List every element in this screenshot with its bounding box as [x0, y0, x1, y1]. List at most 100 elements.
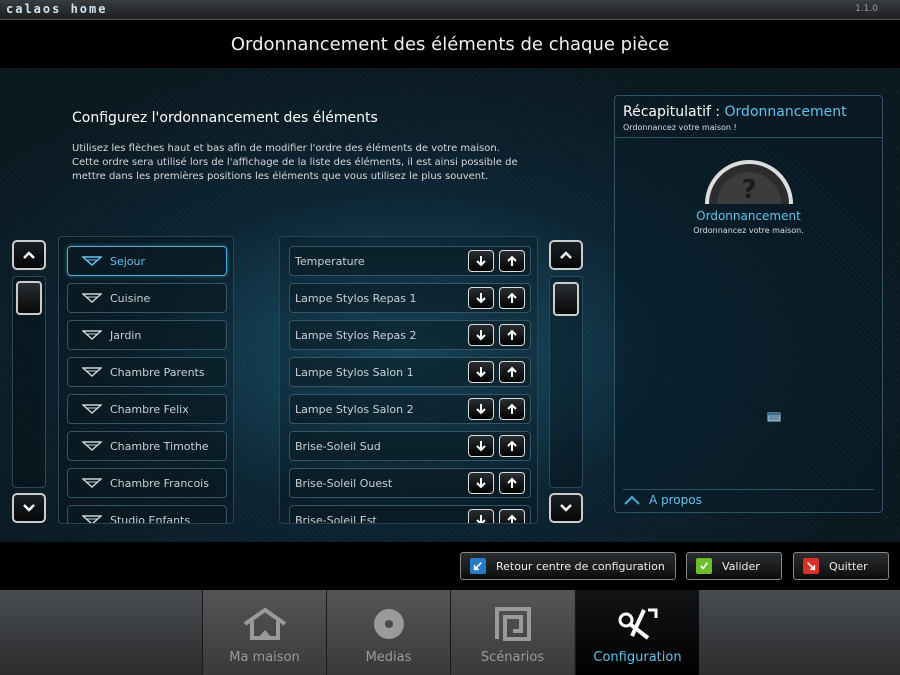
about-label: A propos: [649, 492, 702, 507]
arrow-down-icon: [476, 515, 486, 523]
room-label: Studio Enfants: [110, 513, 191, 524]
move-down-button[interactable]: [468, 398, 494, 420]
elements-scroll-down-button[interactable]: [549, 493, 583, 523]
chevron-up-icon: [23, 251, 35, 259]
chevron-up-icon: [560, 251, 572, 259]
element-label: Lampe Stylos Salon 2: [295, 402, 414, 416]
exit-arrow-icon: [803, 558, 819, 574]
elements-list: Temperature Lampe Stylos Repas 1 Lampe Sty…: [279, 236, 538, 524]
move-down-button[interactable]: [468, 509, 494, 523]
tools-icon: [618, 608, 657, 640]
element-label: Lampe Stylos Repas 2: [295, 328, 417, 342]
room-icon: [82, 367, 102, 378]
recap-item-subtitle: Ordonnancez votre maison.: [693, 226, 804, 235]
title-bar: Ordonnancement des éléments de chaque pi…: [0, 20, 900, 68]
arrow-up-icon: [507, 292, 517, 303]
about-link[interactable]: A propos: [623, 489, 874, 509]
element-row: Brise-Soleil Sud: [289, 431, 531, 461]
room-icon: [82, 330, 102, 341]
tab-scenarios[interactable]: Scénarios: [450, 590, 574, 675]
element-row: Temperature: [289, 246, 531, 276]
arrow-up-icon: [507, 403, 517, 414]
room-label: Jardin: [110, 328, 142, 342]
room-item[interactable]: Cuisine: [67, 283, 227, 313]
page-title: Ordonnancement des éléments de chaque pi…: [230, 33, 670, 55]
room-label: Chambre Felix: [110, 402, 189, 416]
arrow-up-icon: [507, 440, 517, 451]
room-icon: [82, 293, 102, 304]
quit-label: Quitter: [829, 559, 868, 573]
arrow-down-icon: [476, 478, 486, 489]
back-to-config-button[interactable]: Retour centre de configuration: [460, 552, 676, 580]
check-icon: [696, 558, 712, 574]
move-up-button[interactable]: [499, 509, 525, 523]
rooms-scroll-up-button[interactable]: [12, 240, 46, 270]
elements-scroll-up-button[interactable]: [549, 240, 583, 270]
room-item[interactable]: Chambre Felix: [67, 394, 227, 424]
app-logo: calaos home: [6, 2, 108, 16]
element-label: Lampe Stylos Repas 1: [295, 291, 417, 305]
arrow-down-icon: [476, 256, 486, 267]
move-down-button[interactable]: [468, 361, 494, 383]
room-icon: [82, 256, 102, 267]
element-label: Lampe Stylos Salon 1: [295, 365, 414, 379]
top-bar: calaos home 1.1.0: [0, 0, 900, 20]
room-item[interactable]: Sejour: [67, 246, 227, 276]
arrow-up-icon: [507, 329, 517, 340]
rooms-list: Sejour Cuisine Jardin Chambre Parents Chambr…: [58, 236, 234, 524]
spiral-icon: [494, 607, 531, 641]
room-item[interactable]: Chambre Timothe: [67, 431, 227, 461]
tab-label: Medias: [365, 650, 412, 665]
move-down-button[interactable]: [468, 472, 494, 494]
room-item[interactable]: Jardin: [67, 320, 227, 350]
element-row: Brise-Soleil Ouest: [289, 468, 531, 498]
validate-button[interactable]: Valider: [686, 552, 782, 580]
arrow-down-icon: [476, 293, 486, 304]
arrow-up-icon: [507, 477, 517, 488]
element-label: Brise-Soleil Sud: [295, 439, 381, 453]
tab-configuration[interactable]: Configuration: [575, 590, 699, 675]
gauge-symbol: ?: [741, 175, 756, 204]
room-icon: [82, 441, 102, 452]
disc-icon: [373, 609, 404, 639]
tab-label: Configuration: [593, 650, 682, 665]
window-icon: [767, 412, 781, 422]
quit-button[interactable]: Quitter: [793, 552, 889, 580]
move-down-button[interactable]: [468, 287, 494, 309]
chevron-up-icon: [624, 495, 640, 505]
action-bar: Retour centre de configuration Valider Q…: [0, 542, 900, 590]
move-up-button[interactable]: [499, 398, 525, 420]
move-up-button[interactable]: [499, 435, 525, 457]
move-down-button[interactable]: [468, 435, 494, 457]
rooms-scroll-down-button[interactable]: [12, 493, 46, 523]
move-down-button[interactable]: [468, 324, 494, 346]
elements-scroll-thumb[interactable]: [553, 282, 579, 316]
arrow-up-icon: [507, 514, 517, 523]
tab-medias[interactable]: Medias: [326, 590, 450, 675]
move-up-button[interactable]: [499, 324, 525, 346]
tab-label: Scénarios: [480, 650, 545, 665]
arrow-up-icon: [507, 366, 517, 377]
element-label: Brise-Soleil Ouest: [295, 476, 393, 490]
element-row: Lampe Stylos Salon 2: [289, 394, 531, 424]
bottom-nav: Ma maison Medias Scénarios Configuration: [0, 590, 900, 675]
move-up-button[interactable]: [499, 287, 525, 309]
element-row: Lampe Stylos Salon 1: [289, 357, 531, 387]
element-row: Brise-Soleil Est: [289, 505, 531, 523]
room-item[interactable]: Chambre Parents: [67, 357, 227, 387]
arrow-down-icon: [476, 441, 486, 452]
move-up-button[interactable]: [499, 361, 525, 383]
tab-ma-maison[interactable]: Ma maison: [202, 590, 326, 675]
room-label: Chambre Timothe: [110, 439, 209, 453]
rooms-scroll-thumb[interactable]: [16, 281, 42, 315]
move-down-button[interactable]: [468, 250, 494, 272]
move-up-button[interactable]: [499, 472, 525, 494]
main-panel: Configurez l'ordonnancement des éléments…: [0, 68, 900, 542]
room-icon: [82, 478, 102, 489]
move-up-button[interactable]: [499, 250, 525, 272]
arrow-up-icon: [507, 255, 517, 266]
room-label: Chambre Parents: [110, 365, 205, 379]
recap-item-label[interactable]: Ordonnancement: [615, 209, 882, 223]
room-item[interactable]: Chambre Francois: [67, 468, 227, 498]
room-item[interactable]: Studio Enfants: [67, 505, 227, 524]
